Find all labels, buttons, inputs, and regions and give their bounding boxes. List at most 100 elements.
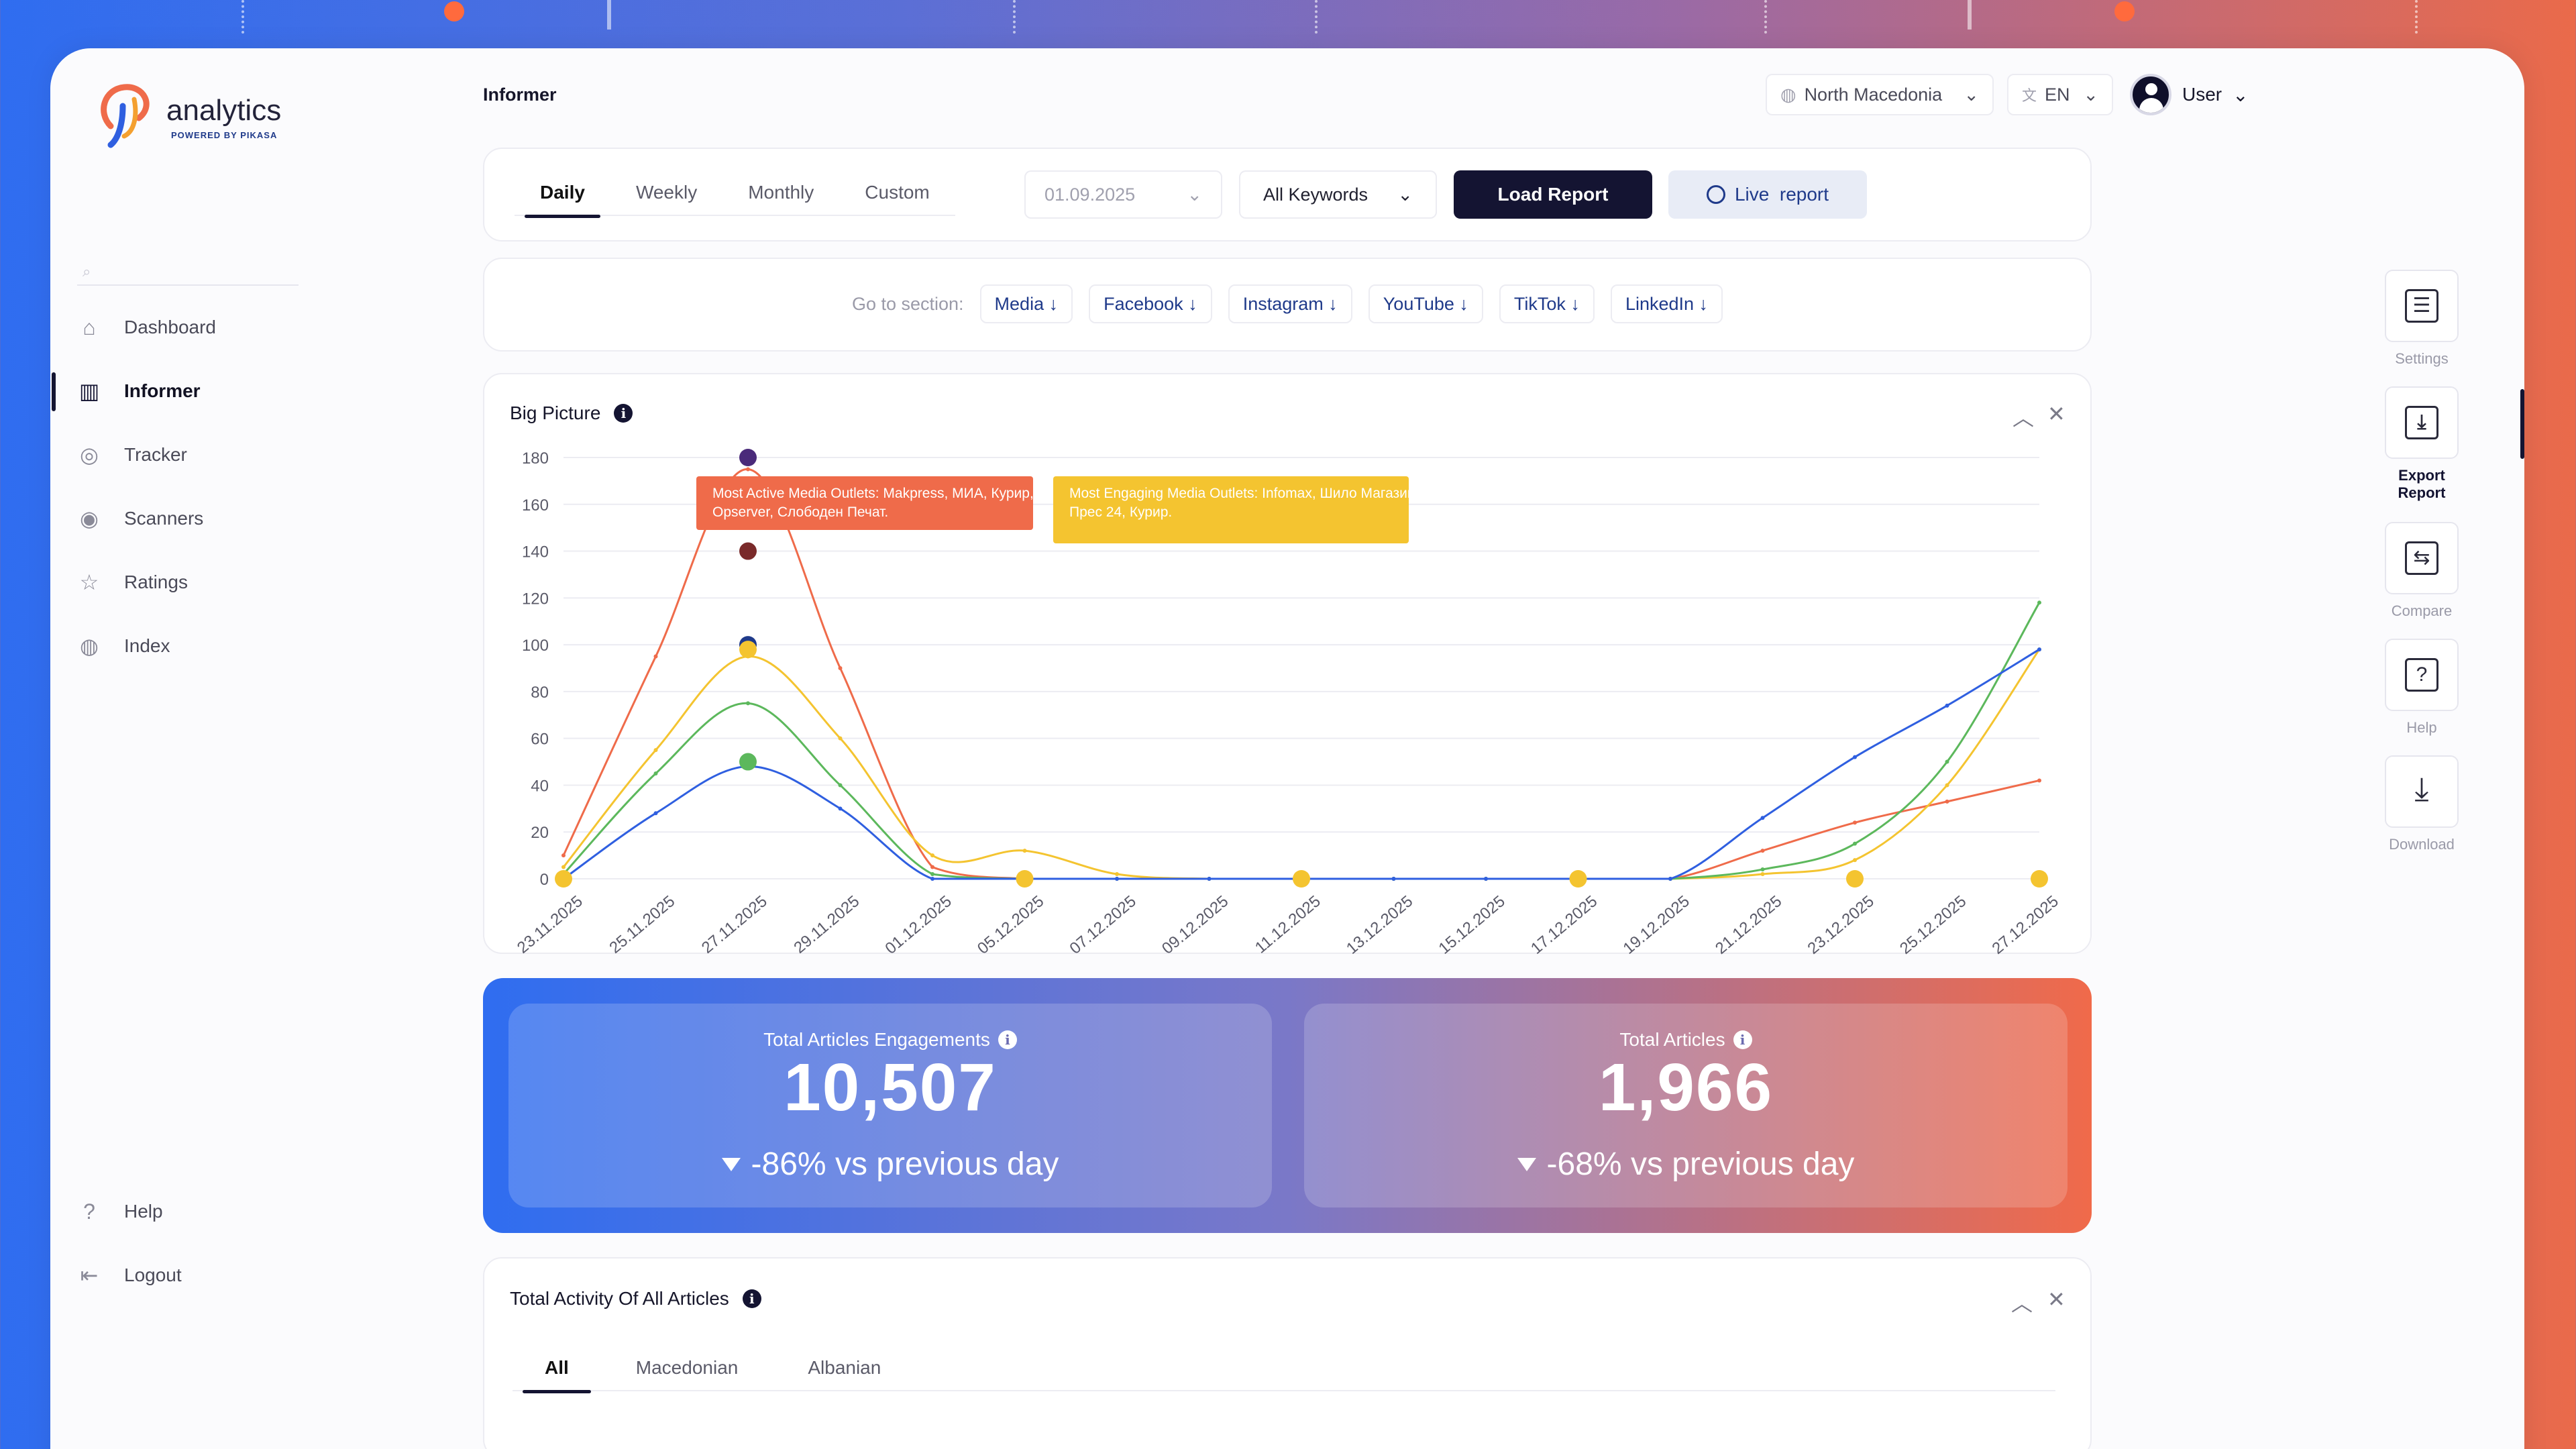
download-button[interactable]: ⤓ xyxy=(2385,755,2459,828)
right-panel-download[interactable]: ⤓ Download xyxy=(2385,755,2459,853)
goto-chip-linkedin[interactable]: LinkedIn ↓ xyxy=(1610,284,1723,323)
language-select[interactable]: 文 EN ⌄ xyxy=(2007,74,2113,115)
collapse-icon[interactable]: ︿ xyxy=(2011,1287,2033,1318)
compare-button[interactable]: ⇆ xyxy=(2385,522,2459,594)
sidebar-bottom: ? Help ⇤ Logout xyxy=(50,1179,305,1307)
info-icon[interactable]: i xyxy=(998,1030,1017,1049)
download-icon: ⤓ xyxy=(2414,771,2429,807)
sidebar-item-scanners[interactable]: ◉ Scanners xyxy=(50,486,305,550)
export-icon: ⤓ xyxy=(2405,406,2438,439)
logo[interactable]: analytics POWERED BY PIKASA xyxy=(97,79,299,153)
sliders-icon: ☰ xyxy=(2405,289,2438,323)
goto-label: Go to section: xyxy=(851,293,964,314)
active-indicator xyxy=(2520,389,2524,459)
decor-line xyxy=(1968,0,1972,30)
x-tick-label: 13.12.2025 xyxy=(1343,892,1416,955)
country-value: North Macedonia xyxy=(1804,84,1943,105)
y-tick-label: 100 xyxy=(522,637,549,655)
export-report-button[interactable]: ⤓ xyxy=(2385,386,2459,459)
y-tick-label: 0 xyxy=(540,871,549,889)
period-tabs: Daily Weekly Monthly Custom xyxy=(515,169,955,218)
series-point xyxy=(1760,867,1765,872)
goto-chip-youtube[interactable]: YouTube ↓ xyxy=(1368,284,1483,323)
keywords-select[interactable]: All Keywords ⌄ xyxy=(1239,170,1437,219)
compare-icon: ⇆ xyxy=(2405,541,2438,575)
clock-icon xyxy=(1706,185,1725,204)
tab-daily[interactable]: Daily xyxy=(515,169,610,218)
goto-chip-instagram[interactable]: Instagram ↓ xyxy=(1228,284,1352,323)
decor-dot xyxy=(444,1,464,21)
goto-chip-tiktok[interactable]: TikTok ↓ xyxy=(1499,284,1595,323)
chevron-down-icon: ⌄ xyxy=(2083,84,2098,105)
tab-weekly[interactable]: Weekly xyxy=(610,169,722,216)
user-menu[interactable]: User ⌄ xyxy=(2130,72,2249,117)
series-point xyxy=(653,748,658,753)
card-title: Total Activity Of All Articles i xyxy=(510,1288,761,1309)
sidebar-item-dashboard[interactable]: ⌂ Dashboard xyxy=(50,295,305,359)
goto-chip-facebook[interactable]: Facebook ↓ xyxy=(1089,284,1212,323)
series-point xyxy=(930,865,934,869)
right-panel-compare[interactable]: ⇆ Compare xyxy=(2385,522,2459,620)
series-point xyxy=(838,666,843,670)
date-picker[interactable]: 01.09.2025 ⌄ xyxy=(1024,170,1222,219)
x-tick-label: 23.12.2025 xyxy=(1804,892,1877,955)
home-icon: ⌂ xyxy=(83,315,96,339)
live-report-button[interactable]: Live report xyxy=(1668,170,1867,219)
series-point xyxy=(1945,799,1949,804)
stat-label: Total Articles i xyxy=(1304,1029,2068,1051)
tooltip-red-bg xyxy=(696,476,1033,530)
sidebar-search[interactable]: ⌕ xyxy=(77,258,299,286)
big-picture-card: Big Picture i ︿ ✕ 0 20 40 60 80 100 120 140 160 1… xyxy=(483,373,2092,955)
series-point xyxy=(653,771,658,775)
right-panel-label: Download xyxy=(2389,836,2455,853)
settings-button[interactable]: ☰ xyxy=(2385,270,2459,342)
info-icon[interactable]: i xyxy=(742,1289,761,1308)
total-activity-title: Total Activity Of All Articles xyxy=(510,1288,729,1309)
x-tick-label: 27.12.2025 xyxy=(1988,892,2061,955)
sidebar-item-index[interactable]: ◍ Index xyxy=(50,614,305,678)
tooltip-yellow-line: Most Engaging Media Outlets: Infomax, Ши… xyxy=(1069,486,1484,501)
sidebar-item-logout[interactable]: ⇤ Logout xyxy=(50,1243,305,1307)
series-line xyxy=(562,649,2041,880)
triangle-down-icon xyxy=(1517,1157,1536,1171)
tab-macedonian[interactable]: Macedonian xyxy=(601,1344,773,1391)
series-point xyxy=(1022,849,1027,853)
right-panel-help[interactable]: ? Help xyxy=(2385,639,2459,737)
series-point xyxy=(1945,703,1949,708)
tab-all[interactable]: All xyxy=(513,1344,601,1393)
goto-chip-media[interactable]: Media ↓ xyxy=(979,284,1073,323)
sidebar-item-help[interactable]: ? Help xyxy=(50,1179,305,1243)
goto-section: Go to section: Media ↓ Facebook ↓ Instag… xyxy=(484,284,2090,323)
x-tick-label: 11.12.2025 xyxy=(1252,892,1324,955)
tab-monthly[interactable]: Monthly xyxy=(722,169,839,216)
y-tick-label: 20 xyxy=(531,824,549,842)
series-point xyxy=(930,853,934,858)
series-point xyxy=(1115,872,1119,877)
right-panel-label: Settings xyxy=(2395,350,2449,367)
tab-albanian[interactable]: Albanian xyxy=(773,1344,916,1391)
info-icon[interactable]: i xyxy=(1733,1030,1752,1049)
close-icon[interactable]: ✕ xyxy=(2047,1287,2065,1312)
country-select[interactable]: ◍ North Macedonia ⌄ xyxy=(1766,74,1994,115)
y-tick-label: 40 xyxy=(531,777,549,795)
right-panel-label: Export Report xyxy=(2398,467,2446,501)
sidebar-item-informer[interactable]: ▥ Informer xyxy=(50,359,305,423)
tab-custom[interactable]: Custom xyxy=(839,169,955,216)
x-tick-label: 05.12.2025 xyxy=(974,892,1047,955)
baseline-dot xyxy=(555,870,572,888)
sidebar-item-tracker[interactable]: ◎ Tracker xyxy=(50,423,305,486)
chevron-down-icon: ⌄ xyxy=(1964,84,1979,105)
x-tick-label: 25.11.2025 xyxy=(606,892,678,955)
series-point xyxy=(746,467,750,472)
sidebar-item-ratings[interactable]: ☆ Ratings xyxy=(50,550,305,614)
right-panel-settings[interactable]: ☰ Settings xyxy=(2385,270,2459,368)
right-panel-export[interactable]: ⤓ Export Report xyxy=(2385,386,2459,502)
star-icon: ☆ xyxy=(79,570,99,594)
chip-label: Media xyxy=(994,293,1044,314)
help-button[interactable]: ? xyxy=(2385,639,2459,711)
x-tick-label: 29.11.2025 xyxy=(790,892,863,955)
load-report-button[interactable]: Load Report xyxy=(1454,170,1652,219)
stat-delta-text: -68% vs previous day xyxy=(1546,1146,1855,1182)
series-point xyxy=(653,654,658,659)
stat-label-text: Total Articles xyxy=(1619,1029,1725,1050)
